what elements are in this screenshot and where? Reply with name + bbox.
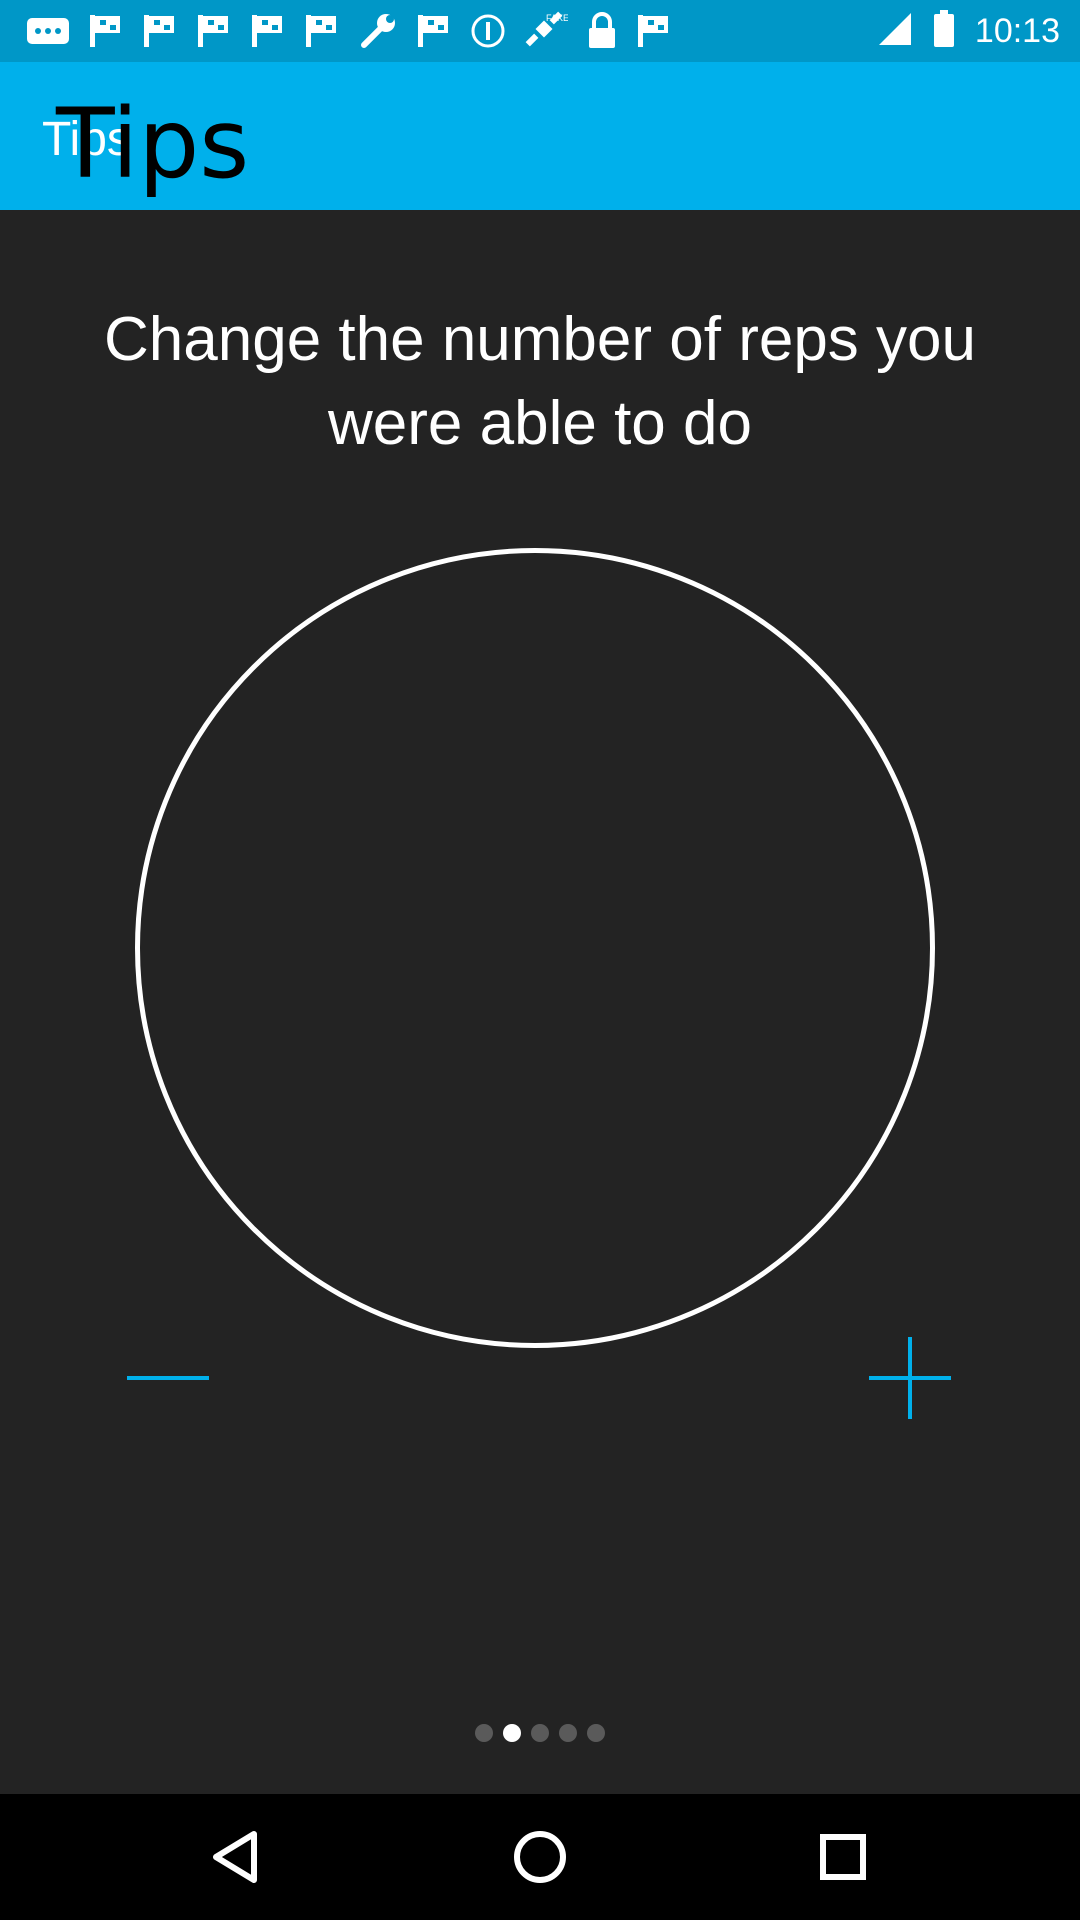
- flag-icon: [142, 13, 178, 49]
- back-icon: [213, 1831, 257, 1883]
- flag-icon: [304, 13, 340, 49]
- fake-gps-label: FAKE: [546, 13, 568, 23]
- signal-icon: [877, 11, 913, 52]
- app-bar: Tips Tips: [0, 62, 1080, 210]
- recents-button[interactable]: [808, 1822, 878, 1892]
- lock-icon: [586, 12, 618, 50]
- info-icon: [470, 13, 506, 49]
- decrease-reps-button[interactable]: [118, 1328, 218, 1428]
- clock: 10:13: [974, 11, 1060, 50]
- status-bar: FAKE 10:13: [0, 0, 1080, 62]
- flag-icon: [196, 13, 232, 49]
- tip-text: Change the number of reps you were able …: [104, 305, 976, 458]
- tip-page[interactable]: Change the number of reps you were able …: [0, 210, 1080, 1794]
- plus-icon: [869, 1337, 951, 1419]
- navigation-bar: [0, 1794, 1080, 1920]
- flag-icon: [636, 13, 672, 49]
- home-button[interactable]: [505, 1822, 575, 1892]
- increase-reps-button[interactable]: [860, 1328, 960, 1428]
- satellite-icon: FAKE: [524, 11, 568, 51]
- page-dot: [587, 1724, 605, 1742]
- page-dot: [475, 1724, 493, 1742]
- home-icon: [514, 1831, 566, 1883]
- wrench-icon: [358, 11, 398, 51]
- page-indicator: [0, 1724, 1080, 1742]
- flag-icon: [416, 13, 452, 49]
- rep-count-circle: [135, 548, 935, 1348]
- battery-icon: [933, 9, 955, 53]
- recents-icon: [820, 1834, 866, 1880]
- flag-icon: [250, 13, 286, 49]
- page-title: Tips: [56, 88, 250, 200]
- back-button[interactable]: [202, 1822, 272, 1892]
- page-dot: [531, 1724, 549, 1742]
- minus-icon: [127, 1376, 209, 1380]
- page-dot: [559, 1724, 577, 1742]
- flag-icon: [88, 13, 124, 49]
- page-dot-active: [503, 1724, 521, 1742]
- system-status: 10:13: [877, 8, 1060, 54]
- notification-icons: FAKE: [26, 10, 672, 52]
- message-icon: [26, 16, 70, 46]
